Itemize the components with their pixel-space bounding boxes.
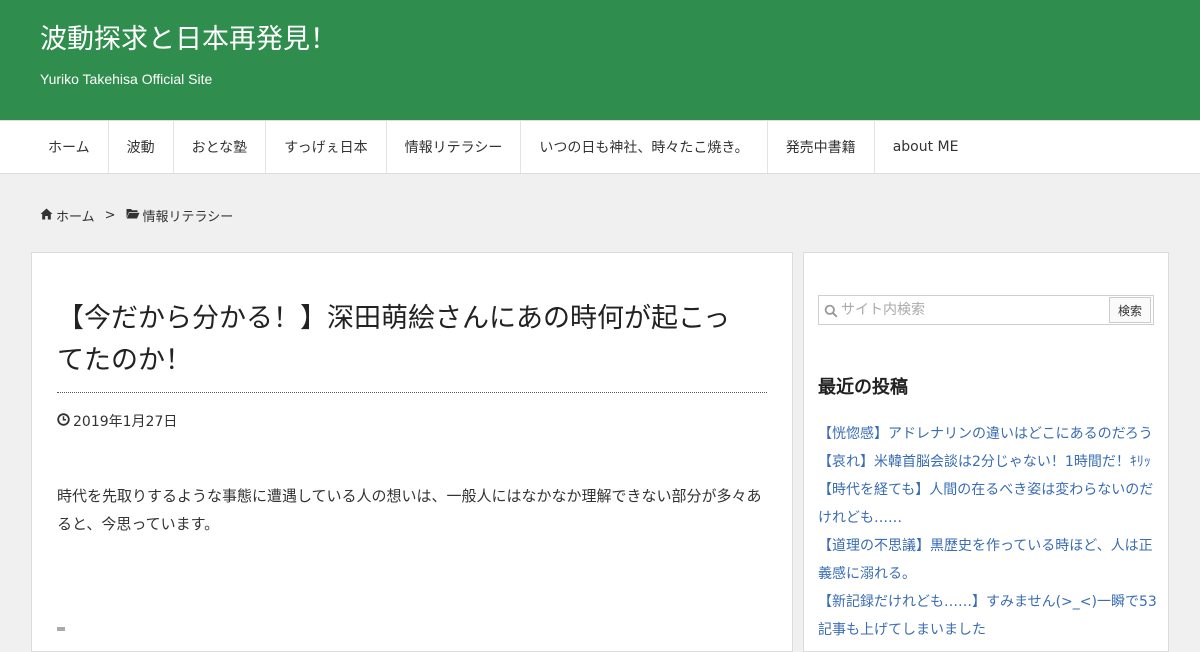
recent-post-link[interactable]: 【時代を経ても】人間の在るべき姿は変わらないのだけれども…… <box>818 476 1158 532</box>
search-input[interactable] <box>841 299 1106 321</box>
post-title: 【今だから分かる！】深田萌絵さんにあの時何が起こってたのか！ <box>57 303 731 376</box>
post-date-text: 2019年1月27日 <box>73 414 178 430</box>
breadcrumb-category[interactable]: 情報リテラシー <box>143 206 234 225</box>
recent-posts-list: 【恍惚感】アドレナリンの違いはどこにあるのだろう 【哀れ】米韓首脳会談は2分じゃ… <box>818 420 1158 644</box>
nav-item-otona-juku[interactable]: おとな塾 <box>174 121 267 173</box>
folder-open-icon <box>126 208 140 223</box>
sidebar: 検索 最近の投稿 【恍惚感】アドレナリンの違いはどこにあるのだろう 【哀れ】米韓… <box>803 252 1169 652</box>
breadcrumb: ホーム > 情報リテラシー <box>40 206 233 225</box>
nav-item-jinja-takoyaki[interactable]: いつの日も神社、時々たこ焼き。 <box>521 121 768 173</box>
home-icon <box>40 208 53 224</box>
recent-post-link[interactable]: 【哀れ】米韓首脳会談は2分じゃない！1時間だ！ｷﾘｯ <box>818 448 1158 476</box>
recent-post-link[interactable]: 【道理の不思議】黒歴史を作っている時ほど、人は正義感に溺れる。 <box>818 532 1158 588</box>
post-date: 2019年1月27日 <box>57 411 177 431</box>
breadcrumb-home[interactable]: ホーム <box>56 206 95 225</box>
title-divider <box>57 392 767 393</box>
site-header: 波動探求と日本再発見！ Yuriko Takehisa Official Sit… <box>0 0 1200 120</box>
clock-icon <box>57 412 70 430</box>
site-description: Yuriko Takehisa Official Site <box>40 71 213 87</box>
breadcrumb-separator: > <box>104 208 116 223</box>
recent-post-link[interactable]: 【恍惚感】アドレナリンの違いはどこにあるのだろう <box>818 420 1158 448</box>
main-nav: ホーム 波動 おとな塾 すっげぇ日本 情報リテラシー いつの日も神社、時々たこ焼… <box>0 120 1200 174</box>
nav-item-about-me[interactable]: about ME <box>875 121 977 173</box>
recent-posts-title: 最近の投稿 <box>818 377 908 398</box>
nav-item-info-literacy[interactable]: 情報リテラシー <box>387 121 522 173</box>
search-button[interactable]: 検索 <box>1109 297 1151 323</box>
search-icon <box>824 303 838 322</box>
nav-item-sugee-nippon[interactable]: すっげぇ日本 <box>266 121 387 173</box>
site-title[interactable]: 波動探求と日本再発見！ <box>40 20 337 60</box>
nav-item-books[interactable]: 発売中書籍 <box>768 121 875 173</box>
content-marker <box>57 627 65 631</box>
post-article: 【今だから分かる！】深田萌絵さんにあの時何が起こってたのか！ 2019年1月27… <box>31 252 793 652</box>
search-form: 検索 <box>818 295 1154 325</box>
recent-post-link[interactable]: 【新記録だけれども……】すみません(>_<)一瞬で53記事も上げてしまいました <box>818 588 1158 644</box>
post-body: 時代を先取りするような事態に遭遇している人の想いは、一般人にはなかなか理解できな… <box>57 487 762 533</box>
nav-item-hadou[interactable]: 波動 <box>109 121 174 173</box>
nav-item-home[interactable]: ホーム <box>0 121 109 173</box>
